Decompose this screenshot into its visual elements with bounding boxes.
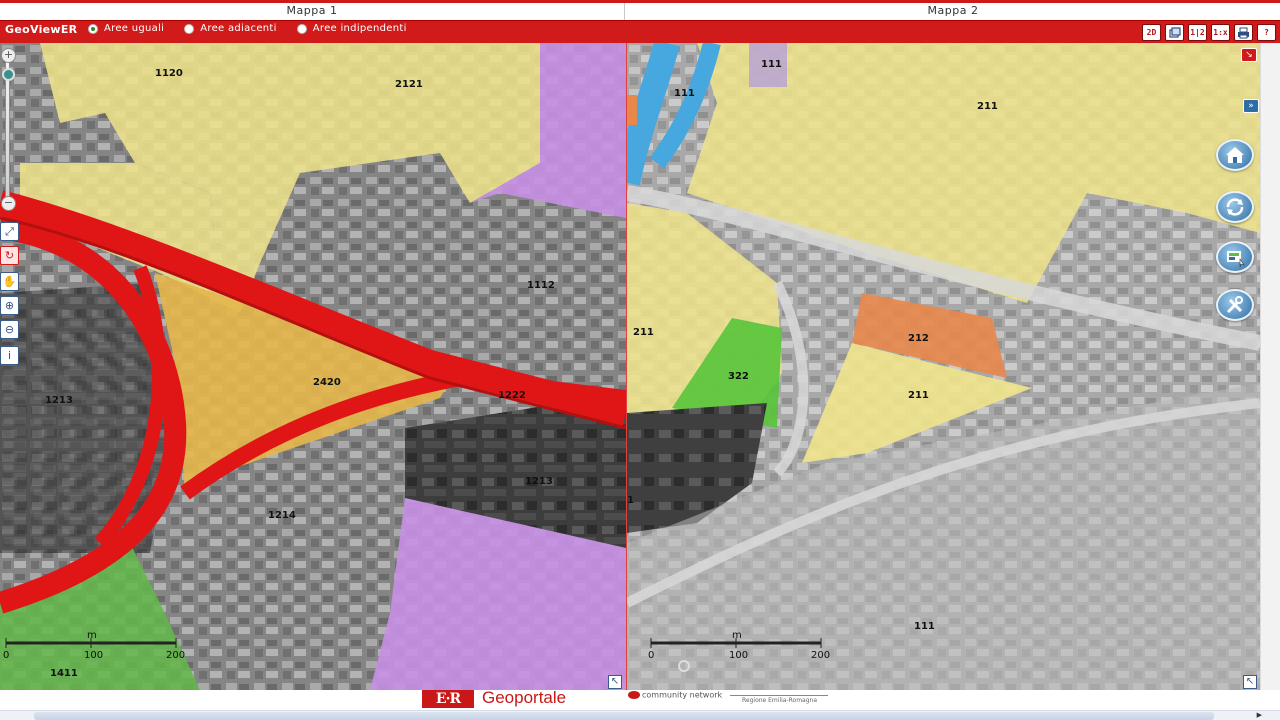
map-layer-icon (1227, 251, 1245, 267)
map1-svg: 1120 2121 1112 2420 1222 1213 1213 1214 … (0, 43, 626, 690)
horizontal-scrollbar[interactable]: ▶ (0, 710, 1280, 720)
radio-aree-adiacenti[interactable]: Aree adiacenti (184, 23, 277, 34)
vertical-scrollbar[interactable] (1260, 43, 1280, 690)
panel-toggle-button[interactable]: » (1243, 99, 1259, 113)
map1-canvas[interactable]: 1120 2121 1112 2420 1222 1213 1213 1214 … (0, 43, 626, 690)
radio-aree-indipendenti[interactable]: Aree indipendenti (296, 23, 407, 34)
magnifier-minus-icon: ⊖ (4, 323, 15, 336)
split-view-button[interactable]: 1|2 (1188, 24, 1207, 41)
zone-label: 322 (728, 371, 749, 382)
map2-close-icon[interactable]: ↘ (1241, 48, 1257, 62)
scale-tick: 100 (84, 650, 103, 661)
zone-label: 1213 (525, 476, 553, 487)
zone-label: 1222 (498, 390, 526, 401)
map2-title: Mappa 2 (927, 4, 979, 17)
radio-label: Aree uguali (104, 23, 165, 34)
help-button[interactable]: ? (1257, 24, 1276, 41)
area-mode-radio-group: Aree uguali Aree adiacenti Aree indipend… (88, 23, 421, 34)
main-toolbar: GeoViewER Aree uguali Aree adiacenti Are… (0, 20, 1280, 43)
zone-label: 1112 (527, 280, 555, 291)
geoportale-title[interactable]: Geoportale (482, 688, 566, 708)
zone-label: 211 (977, 101, 998, 112)
2d-view-button[interactable]: 2D (1142, 24, 1161, 41)
scale-tick: 200 (166, 650, 185, 661)
community-network-logo[interactable]: community network (628, 691, 722, 700)
scale-tick: 200 (811, 650, 830, 661)
print-button[interactable] (1234, 24, 1253, 41)
scale-tick: 0 (648, 650, 654, 661)
zone-label: 212 (908, 333, 929, 344)
zone-label: 1120 (155, 68, 183, 79)
zoom-extent-tool[interactable]: ⤢ (0, 222, 19, 241)
sync-icon (1226, 198, 1244, 216)
zoom-slider-handle[interactable] (2, 68, 15, 81)
scale-tick: 0 (3, 650, 9, 661)
er-logo: E·R (422, 690, 474, 708)
tools-icon (1226, 296, 1243, 314)
layers-button[interactable] (1165, 24, 1184, 41)
print-icon (1238, 27, 1249, 38)
map2-svg: 111 111 211 211 212 211 322 111 1 m 0 10… (627, 43, 1260, 690)
radio-dot-icon[interactable] (88, 23, 98, 34)
map2-canvas[interactable]: 111 111 211 211 212 211 322 111 1 m 0 10… (627, 43, 1260, 690)
map2-expand-icon[interactable]: ↖ (1243, 675, 1257, 689)
geoviewer-window: Mappa 1 Mappa 2 GeoViewER Aree uguali Ar… (0, 0, 1280, 720)
footer: E·R Geoportale community network Regione… (0, 688, 1280, 710)
map-title-bar: Mappa 1 Mappa 2 (0, 0, 1280, 20)
zoom-out-box-tool[interactable]: ⊖ (0, 320, 19, 339)
zone-label: 111 (674, 88, 695, 99)
pan-tool[interactable]: ✋ (0, 272, 19, 291)
scale-unit: m (732, 630, 742, 641)
zone-label: 2420 (313, 377, 341, 388)
magnifier-plus-icon: ⊕ (4, 299, 15, 312)
layers-icon (1168, 26, 1181, 38)
scale-button[interactable]: 1:x (1211, 24, 1230, 41)
toolbar-right-buttons: 2D 1|2 1:x ? (1142, 24, 1276, 41)
radio-label: Aree indipendenti (312, 23, 407, 34)
rotate-icon: ↻ (4, 249, 15, 262)
home-tool-button[interactable] (1216, 139, 1254, 171)
radio-label: Aree adiacenti (200, 23, 277, 34)
zone-orange-small (627, 95, 637, 125)
zone-label: 1 (627, 495, 634, 506)
zone-label: 1213 (45, 395, 73, 406)
map1-expand-icon[interactable]: ↖ (608, 675, 622, 689)
map1-title: Mappa 1 (0, 3, 625, 20)
zone-label: 111 (761, 59, 782, 70)
home-icon (1226, 147, 1244, 163)
community-label: community network (642, 690, 723, 700)
hand-icon: ✋ (2, 275, 17, 288)
info-tool[interactable]: i (0, 346, 19, 365)
zone-label: 1411 (50, 668, 78, 679)
layer-tool-button[interactable] (1216, 241, 1254, 273)
regione-logo[interactable]: Regione Emilia-Romagna (730, 695, 828, 707)
zoom-in-button[interactable]: + (1, 48, 16, 63)
scale-tick: 100 (729, 650, 748, 661)
radio-dot-icon[interactable] (184, 23, 195, 34)
settings-tool-button[interactable] (1216, 289, 1254, 321)
radio-aree-uguali[interactable]: Aree uguali (88, 23, 164, 34)
info-icon: i (7, 349, 12, 362)
zone-label: 1214 (268, 510, 296, 521)
scrollbar-thumb[interactable] (34, 712, 1214, 720)
extent-icon: ⤢ (5, 224, 14, 238)
zoom-slider-rail[interactable] (5, 60, 10, 200)
zone-label: 211 (908, 390, 929, 401)
zone-label: 2121 (395, 79, 423, 90)
scale-unit: m (87, 630, 97, 641)
scroll-right-arrow-icon[interactable]: ▶ (1257, 711, 1262, 719)
zone-label: 211 (633, 327, 654, 338)
zone-label: 111 (914, 621, 935, 632)
zoom-out-button[interactable]: − (1, 196, 16, 211)
community-logo-icon (628, 691, 640, 699)
zoom-in-box-tool[interactable]: ⊕ (0, 296, 19, 315)
app-brand: GeoViewER (5, 23, 78, 36)
radio-dot-icon[interactable] (296, 23, 307, 34)
sync-tool-button[interactable] (1216, 191, 1254, 223)
rotate-tool[interactable]: ↻ (0, 246, 19, 265)
